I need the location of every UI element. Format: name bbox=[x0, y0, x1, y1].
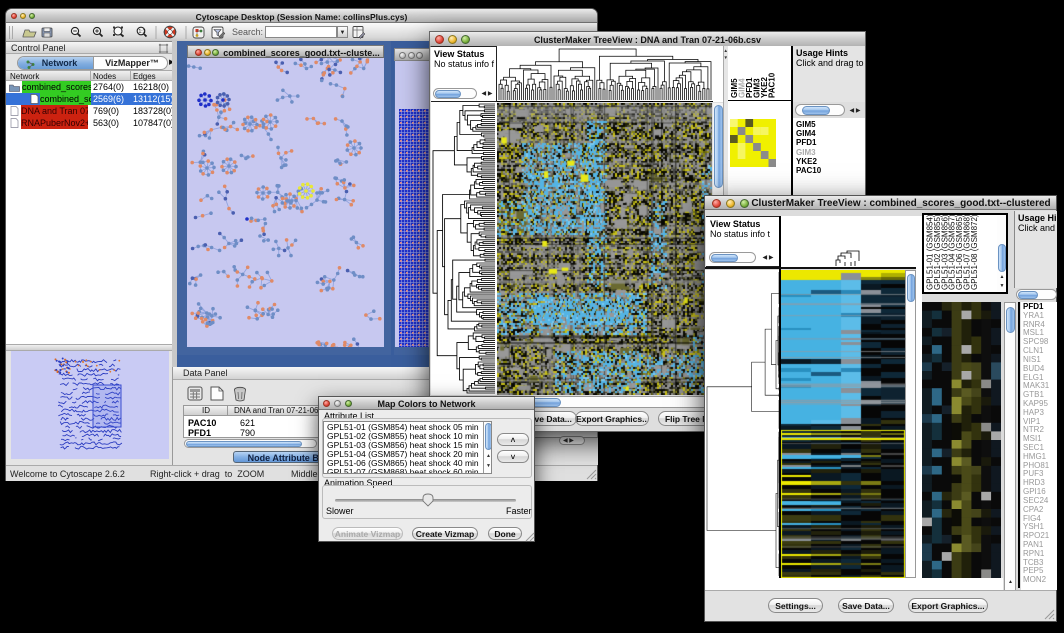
svg-text:1:1: 1:1 bbox=[139, 29, 146, 35]
svg-text:GPL51-08 (GSM872): GPL51-08 (GSM872) bbox=[970, 215, 979, 290]
svg-text:PAC10: PAC10 bbox=[768, 72, 777, 98]
